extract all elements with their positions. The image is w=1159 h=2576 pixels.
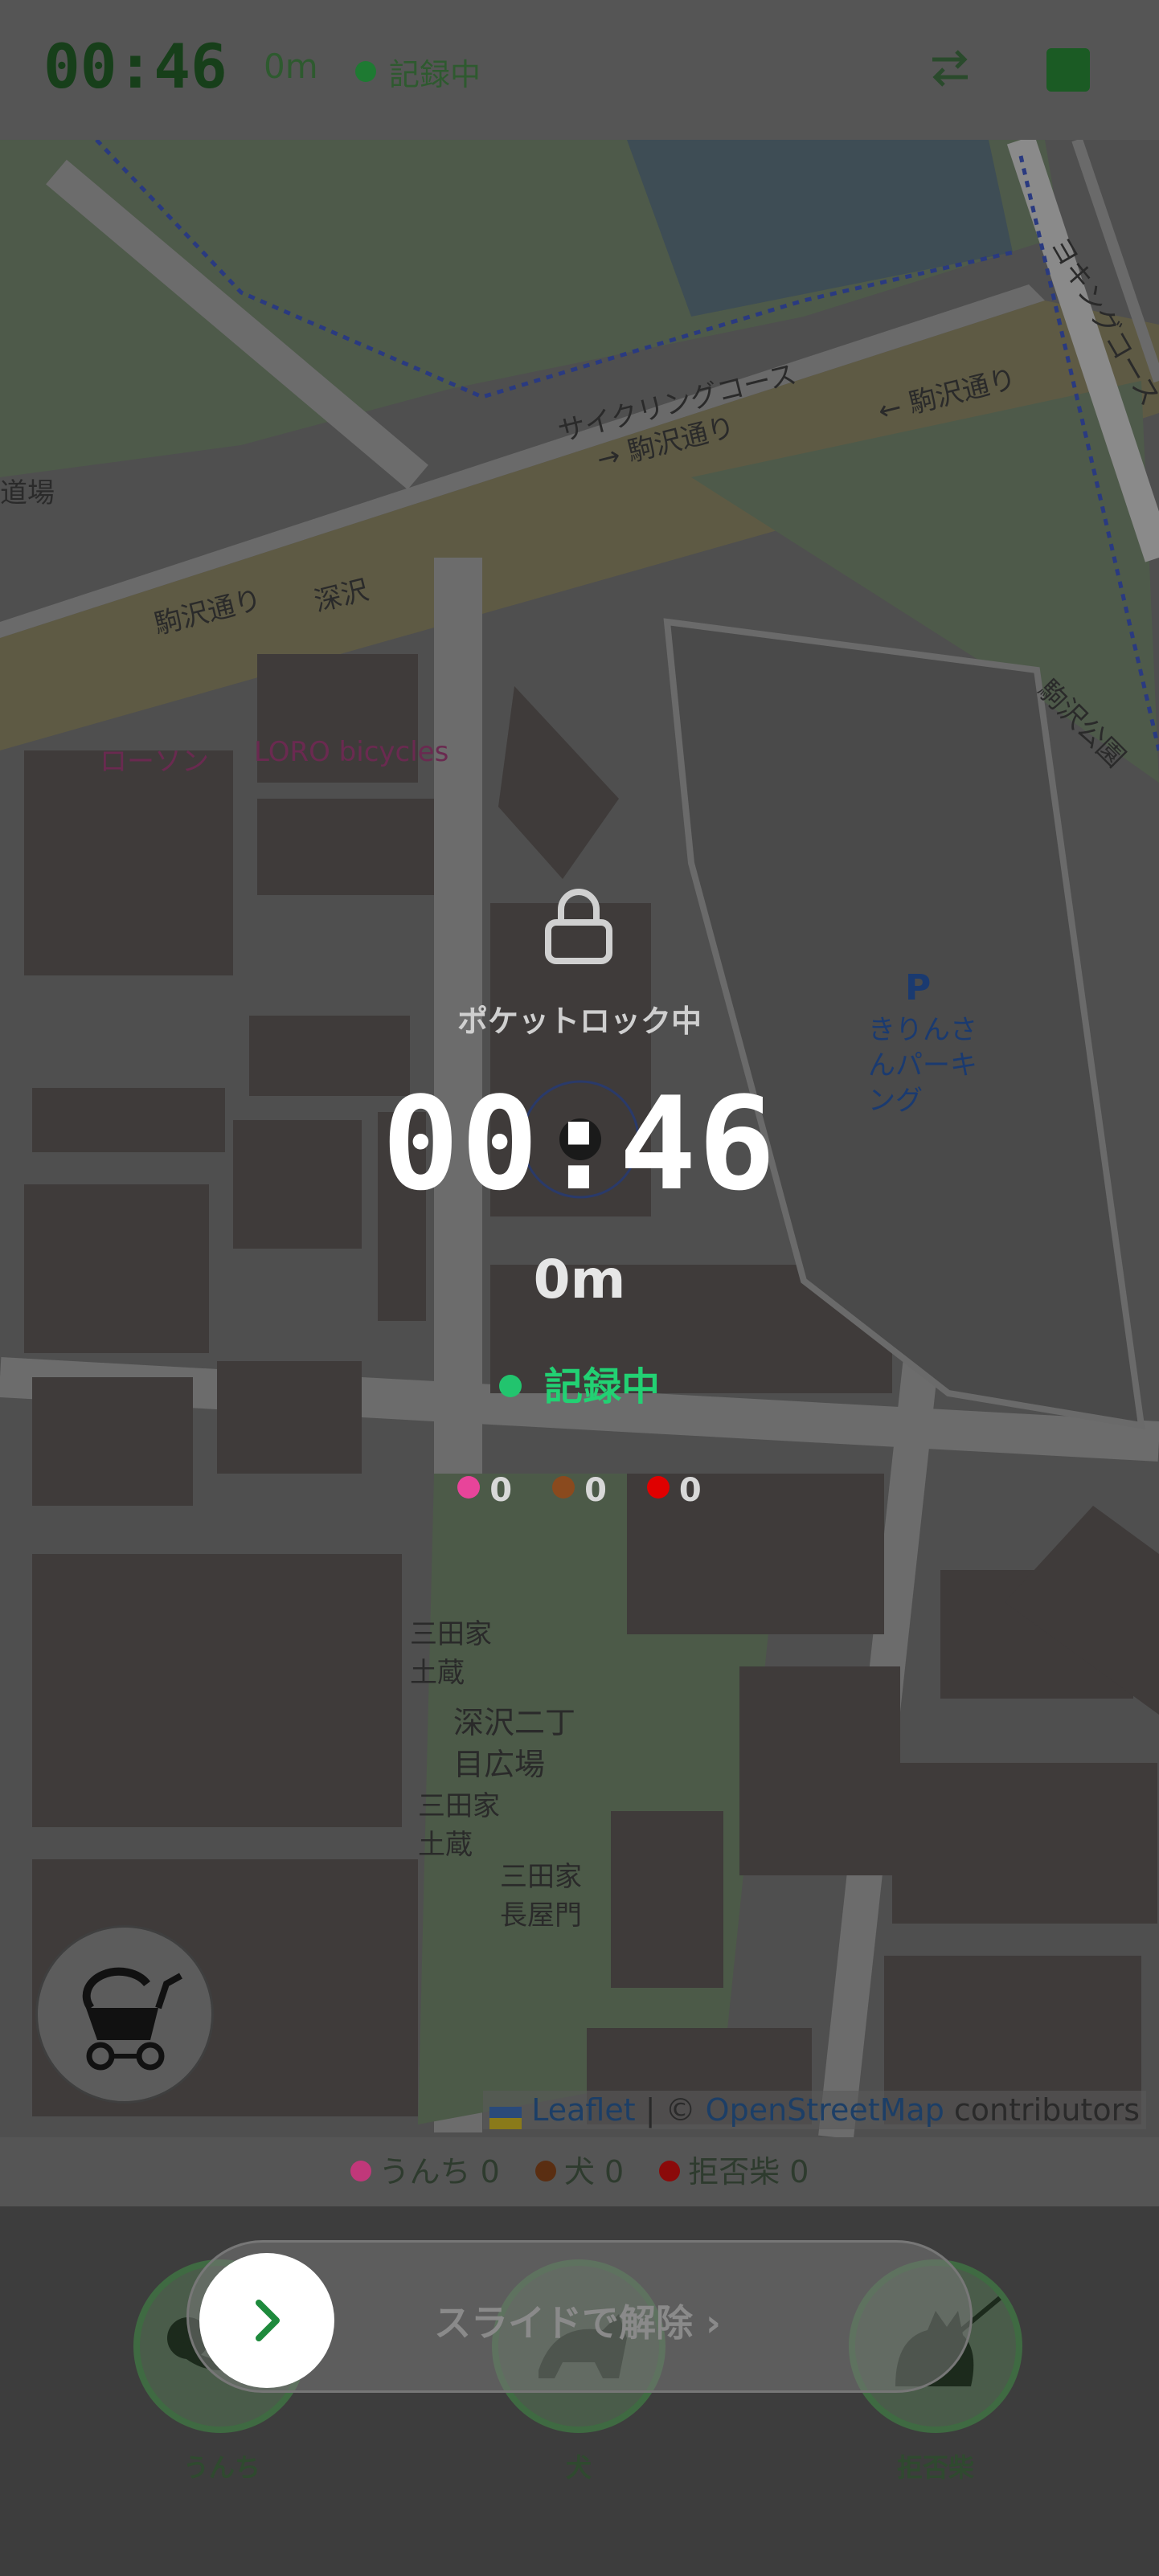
poop-count: 0 — [457, 1472, 512, 1509]
dog-count: 0 — [552, 1472, 607, 1509]
poop-count-value: 0 — [489, 1472, 513, 1509]
stop-button[interactable] — [1046, 48, 1090, 92]
attribution-separator: | © — [635, 2092, 706, 2128]
dog-button-label: 犬 — [565, 2452, 592, 2483]
legend-dog-dot — [534, 2160, 556, 2181]
recording-status: 記録中 — [0, 1355, 1159, 1411]
lock-icon — [545, 889, 612, 964]
refusal-dot — [646, 1476, 670, 1499]
header-distance: 0m — [264, 47, 318, 86]
recording-indicator-dot — [355, 61, 376, 82]
legend-refusal: 拒否柴 0 — [659, 2137, 809, 2206]
map-label-sanda-nagayamon: 三田家 長屋門 — [500, 1861, 582, 1932]
dog-dot — [552, 1476, 575, 1499]
map-label-sanda-dozo: 三田家 土蔵 — [410, 1618, 492, 1689]
map-label-dojo: 道場 — [0, 477, 55, 509]
attribution-contributors: contributors — [944, 2092, 1140, 2128]
elapsed-time: 00:46 — [382, 1069, 777, 1219]
event-counts: 0 0 0 — [0, 1472, 1159, 1509]
refusal-count: 0 — [646, 1472, 702, 1509]
legend-refusal-dot — [659, 2160, 681, 2181]
legend-refusal-label: 拒否柴 0 — [688, 2154, 809, 2190]
dog-count-value: 0 — [584, 1472, 607, 1509]
legend-poop-label: うんち 0 — [379, 2154, 500, 2190]
header-status: 記録中 — [389, 57, 481, 92]
map-label-sanda-dozo: 三田家 土蔵 — [418, 1790, 500, 1861]
legend-poop: うんち 0 — [350, 2137, 500, 2206]
map-label-fukasawa-plaza: 深沢二丁 目広場 — [453, 1705, 576, 1782]
slide-to-unlock-label: スライドで解除 › — [434, 2301, 721, 2345]
stroller-mode-button[interactable] — [35, 1925, 214, 2104]
poop-button-label: うんち — [182, 2452, 260, 2483]
stroller-icon — [82, 1967, 182, 2071]
header-timer: 00:46 — [43, 31, 227, 102]
chevron-right-icon — [256, 2300, 280, 2341]
poop-dot — [457, 1476, 481, 1499]
legend-dog-label: 犬 0 — [563, 2154, 625, 2190]
legend-bar: うんち 0 犬 0 拒否柴 0 — [0, 2137, 1159, 2206]
top-bar: 00:46 0m 記録中 — [0, 0, 1159, 140]
legend-dog: 犬 0 — [534, 2137, 625, 2206]
osm-link[interactable]: OpenStreetMap — [706, 2092, 944, 2128]
distance-value: 0m — [533, 1249, 626, 1310]
pocket-lock-label: ポケットロック中 — [457, 1004, 702, 1039]
recording-dot — [498, 1375, 522, 1397]
recording-status-label: 記録中 — [543, 1364, 660, 1409]
map-label-loro-bicycles: LORO bicycles — [254, 736, 449, 768]
swap-arrows-icon[interactable] — [924, 42, 976, 93]
leaflet-link[interactable]: Leaflet — [531, 2092, 635, 2128]
map-label-lawson: ローソン — [100, 746, 209, 778]
legend-poop-dot — [350, 2160, 371, 2181]
refusal-shiba-button-label: 拒否柴 — [896, 2452, 974, 2483]
map-attribution: Leaflet | © OpenStreetMap contributors — [483, 2091, 1146, 2129]
slide-to-unlock-handle[interactable] — [199, 2253, 334, 2388]
refusal-count-value: 0 — [678, 1472, 702, 1509]
